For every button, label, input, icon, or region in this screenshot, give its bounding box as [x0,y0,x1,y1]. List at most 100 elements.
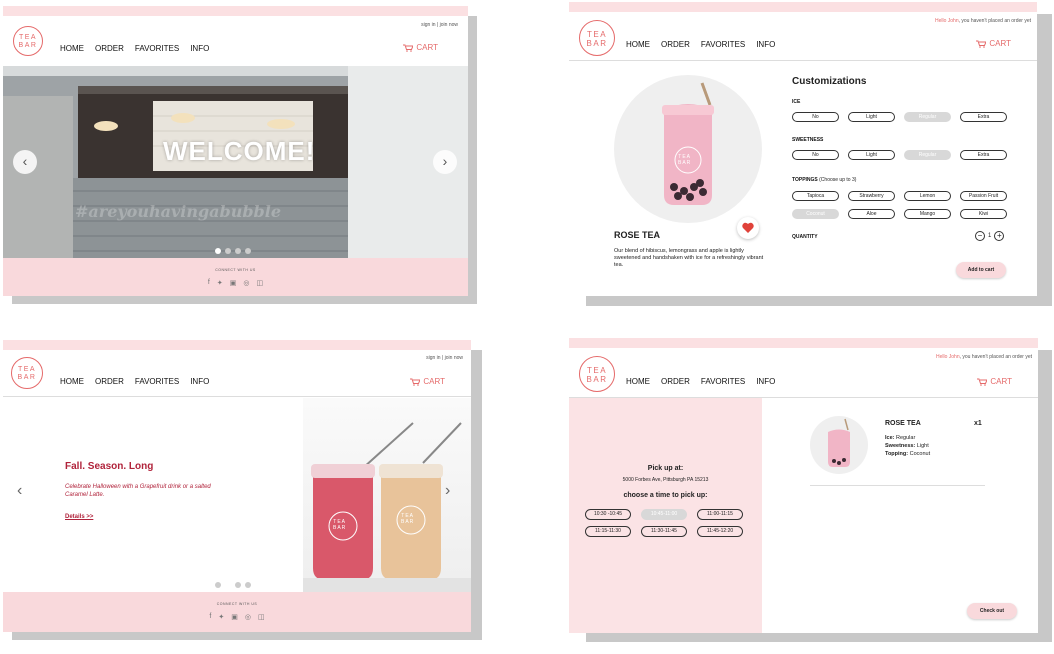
carousel-dot[interactable] [235,582,241,588]
nav-info[interactable]: INFO [756,40,775,49]
sweetness-option-no[interactable]: No [792,150,839,160]
home-promo-screen: sign in | join now TEA BAR HOME ORDER FAV… [3,340,471,632]
tea-bar-logo[interactable]: TEA BAR [579,20,615,56]
cart-button[interactable]: CART [403,43,438,52]
instagram-icon[interactable]: ◫ [258,613,265,621]
time-slot[interactable]: 10:45-11:00 [641,509,687,520]
carousel-dot[interactable] [225,582,231,588]
carousel-dot[interactable] [225,248,231,254]
signin-link[interactable]: sign in | join now [421,22,458,28]
image-logo: TEA BAR [678,154,692,166]
carousel-next-button[interactable]: › [433,150,457,174]
carousel-dots [215,248,251,254]
cart-item-details: Ice: Regular Sweetness: Light Topping: C… [885,435,931,457]
nav-home[interactable]: HOME [626,40,650,49]
cart-button[interactable]: CART [410,377,445,386]
nav-info[interactable]: INFO [756,377,775,386]
twitter-icon[interactable]: ✦ [217,279,223,287]
twitter-icon[interactable]: ✦ [218,613,224,621]
cart-item-image [810,416,868,474]
topping-aloe[interactable]: Aloe [848,209,895,219]
top-strip [569,2,1037,12]
quantity-label: QUANTITY [792,234,818,240]
nav-info[interactable]: INFO [190,44,209,53]
nav-favorites[interactable]: FAVORITES [135,44,179,53]
footer: CONNECT WITH US f ✦ ▣ ◎ ◫ [3,592,471,632]
hero-carousel: #areyouhavingabubble WELCOME! ‹ › [3,66,468,258]
product-description: Our blend of hibiscus, lemongrass and ap… [614,248,764,268]
carousel-dot[interactable] [215,248,221,254]
cart-button[interactable]: CART [976,39,1011,48]
carousel-dot[interactable] [245,248,251,254]
cart-button[interactable]: CART [977,377,1012,386]
plus-icon[interactable]: + [994,231,1005,241]
ice-option-light[interactable]: Light [848,112,895,122]
instagram-icon[interactable]: ◫ [256,279,263,287]
facebook-icon[interactable]: f [209,613,211,621]
sweetness-option-extra[interactable]: Extra [960,150,1007,160]
sweetness-option-light[interactable]: Light [848,150,895,160]
nav-favorites[interactable]: FAVORITES [701,377,745,386]
nav-info[interactable]: INFO [190,377,209,386]
topping-mango[interactable]: Mango [904,209,951,219]
pinterest-icon[interactable]: ◎ [245,613,251,621]
sweetness-option-regular[interactable]: Regular [904,150,951,160]
sweetness-options: No Light Regular Extra [792,150,1007,160]
nav-favorites[interactable]: FAVORITES [701,40,745,49]
product-screen: Hello John, you haven't placed an order … [569,2,1037,296]
google-plus-icon[interactable]: ▣ [231,613,238,621]
signin-link[interactable]: sign in | join now [426,355,463,361]
carousel-dot[interactable] [215,582,221,588]
carousel-prev-button[interactable]: ‹ [13,150,37,174]
glass-logo-right: TEA BAR [401,513,415,525]
topping-tapioca[interactable]: Tapioca [792,191,839,201]
time-slot[interactable]: 11:45-12:20 [697,526,743,537]
time-slot[interactable]: 10:30 -10:45 [585,509,631,520]
tea-bar-logo[interactable]: TEA BAR [579,356,615,392]
add-to-cart-button[interactable]: Add to cart [956,262,1006,278]
tea-bar-logo[interactable]: TEA BAR [11,357,43,389]
minus-icon[interactable]: − [975,231,985,241]
topping-kiwi[interactable]: Kiwi [960,209,1007,219]
google-plus-icon[interactable]: ▣ [230,279,237,287]
time-slots: 10:30 -10:45 10:45-11:00 11:00-11:15 11:… [585,509,743,537]
carousel-dot[interactable] [235,248,241,254]
nav-order[interactable]: ORDER [95,44,124,53]
toppings-options: Tapioca Strawberry Lemon Passion Fruit C… [792,191,1007,219]
pinterest-icon[interactable]: ◎ [243,279,249,287]
time-slot[interactable]: 11:00-11:15 [697,509,743,520]
connect-label: CONNECT WITH US [215,268,256,272]
main-nav: HOME ORDER FAVORITES INFO [60,377,209,386]
nav-favorites[interactable]: FAVORITES [135,377,179,386]
ice-option-no[interactable]: No [792,112,839,122]
carousel-next-button[interactable]: › [445,482,450,500]
ice-option-extra[interactable]: Extra [960,112,1007,122]
time-slot[interactable]: 11:30-11:45 [641,526,687,537]
nav-order[interactable]: ORDER [95,377,124,386]
cart-icon [976,40,987,48]
glass-logo-left: TEA BAR [333,519,347,531]
promo-details-link[interactable]: Details >> [65,514,93,520]
checkout-button[interactable]: Check out [967,603,1017,619]
choose-time-label: choose a time to pick up: [623,492,708,499]
nav-home[interactable]: HOME [60,377,84,386]
facebook-icon[interactable]: f [208,279,210,287]
product-name: ROSE TEA [614,230,661,240]
topping-strawberry[interactable]: Strawberry [848,191,895,201]
topping-coconut[interactable]: Coconut [792,209,839,219]
nav-order[interactable]: ORDER [661,377,690,386]
carousel-prev-button[interactable]: ‹ [17,482,22,500]
cart-item-name: ROSE TEA [885,420,921,427]
nav-order[interactable]: ORDER [661,40,690,49]
topping-lemon[interactable]: Lemon [904,191,951,201]
nav-home[interactable]: HOME [60,44,84,53]
quantity-stepper: − 1 + [975,231,1005,241]
pickup-title: Pick up at: [647,465,684,472]
tea-bar-logo[interactable]: TEA BAR [13,26,43,56]
favorite-button[interactable] [737,217,759,239]
time-slot[interactable]: 11:15-11:30 [585,526,631,537]
ice-option-regular[interactable]: Regular [904,112,951,122]
topping-passion-fruit[interactable]: Passion Fruit [960,191,1007,201]
carousel-dot[interactable] [245,582,251,588]
nav-home[interactable]: HOME [626,377,650,386]
